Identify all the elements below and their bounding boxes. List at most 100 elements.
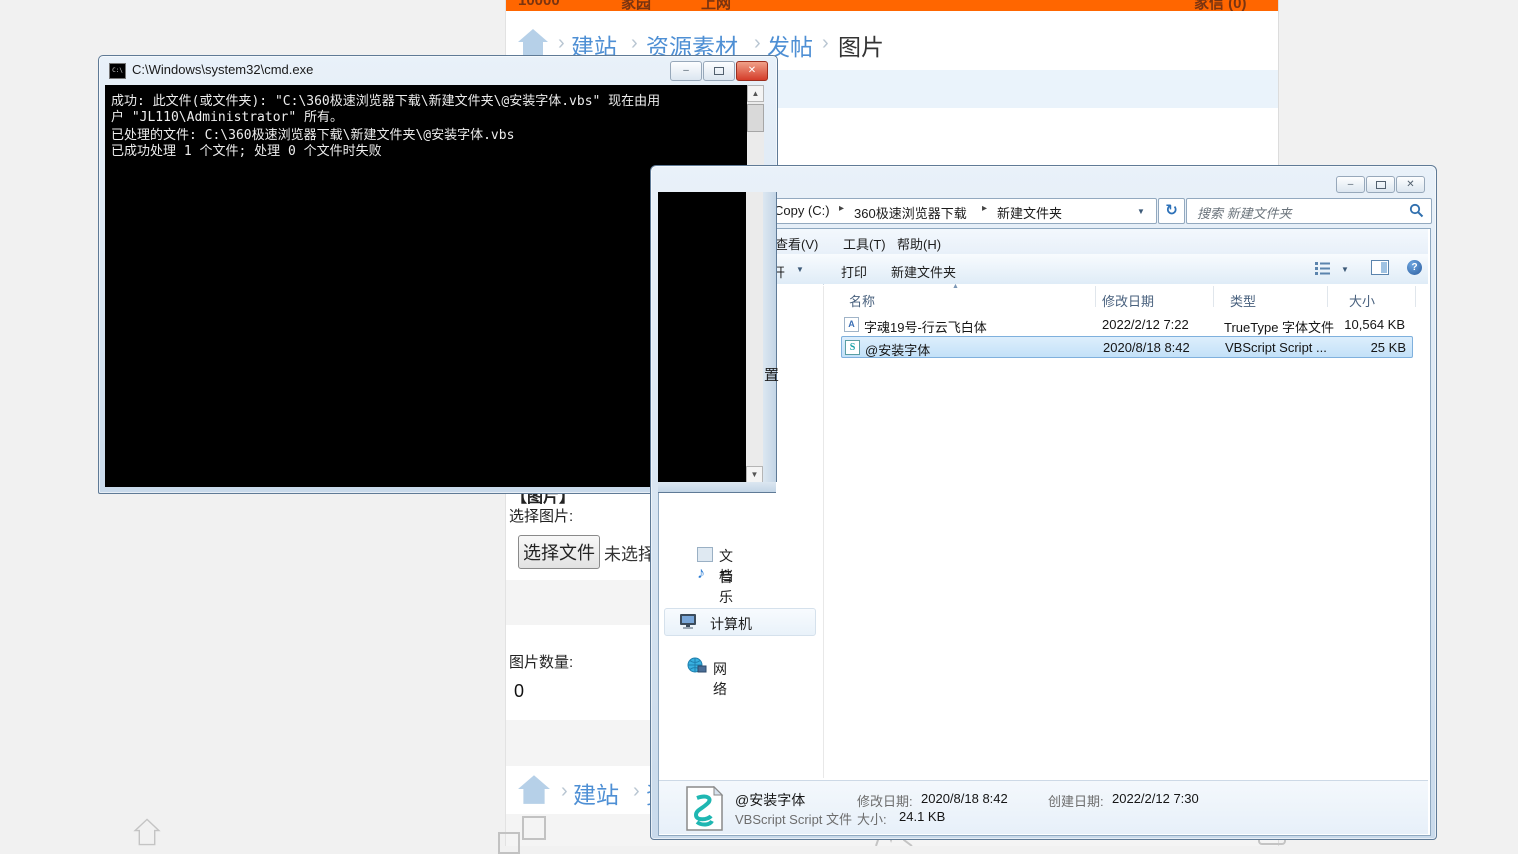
console-line: 户 "JL110\Administrator" 所有。 <box>111 110 343 126</box>
list-view-icon[interactable] <box>1314 261 1331 275</box>
open-dropdown-icon[interactable]: ▼ <box>796 265 804 274</box>
details-size-label: 大小: <box>857 809 887 828</box>
file-date: 2022/2/12 7:22 <box>1102 317 1189 332</box>
column-name[interactable]: 名称 <box>849 291 875 310</box>
help-glyph: ? <box>1411 262 1417 273</box>
column-divider[interactable] <box>1095 286 1096 307</box>
column-date[interactable]: 修改日期 <box>1102 291 1154 310</box>
home-icon[interactable] <box>517 772 551 806</box>
console-line: 已成功处理 1 个文件; 处理 0 个文件时失败 <box>111 144 382 160</box>
column-type[interactable]: 类型 <box>1230 291 1256 310</box>
scroll-down-button[interactable]: ▼ <box>746 466 763 483</box>
top-bar-messages[interactable]: 家信 (0) <box>1194 0 1247 11</box>
choose-file-button[interactable]: 选择文件 <box>518 535 600 569</box>
file-row-selected[interactable]: S @安装字体 2020/8/18 8:42 VBScript Script .… <box>841 336 1413 358</box>
column-header-row: ▲ 名称 修改日期 类型 大小 <box>824 284 1428 309</box>
refresh-icon: ↻ <box>1165 202 1178 219</box>
scrollbar-thumb[interactable] <box>747 104 764 132</box>
details-type: VBScript Script 文件 <box>735 809 852 828</box>
file-name: @安装字体 <box>865 340 930 359</box>
nav-item-label: 网络 <box>713 659 727 699</box>
minimize-icon: – <box>1348 180 1354 190</box>
details-modified-value: 2020/8/18 8:42 <box>921 791 1008 806</box>
grid-icon[interactable] <box>498 832 520 854</box>
address-separator-icon: ▸ <box>982 203 987 214</box>
console-line: 成功: 此文件(或文件夹): "C:\360极速浏览器下载\新建文件夹\@安装字… <box>111 94 660 110</box>
cmd-window-title: C:\Windows\system32\cmd.exe <box>132 62 313 77</box>
scroll-down-icon: ▼ <box>751 470 759 479</box>
toolbar-new-folder-button[interactable]: 新建文件夹 <box>891 262 956 281</box>
home-icon[interactable] <box>517 26 549 58</box>
menu-help[interactable]: 帮助(H) <box>891 234 947 253</box>
address-dropdown-icon[interactable]: ▼ <box>1137 207 1145 216</box>
cmd-repaint-artifact: ▼ 置 <box>658 192 776 492</box>
minimize-button[interactable]: – <box>1336 176 1365 193</box>
image-count-label: 图片数量: <box>509 651 573 672</box>
column-divider[interactable] <box>1213 286 1214 307</box>
network-icon <box>687 657 707 675</box>
breadcrumb-separator: › <box>631 32 638 55</box>
details-pane: @安装字体 修改日期: 2020/8/18 8:42 创建日期: 2022/2/… <box>659 780 1428 834</box>
top-bar-item[interactable]: 家园 <box>621 0 651 11</box>
cmd-icon: C:\ <box>109 63 126 79</box>
maximize-icon <box>1376 181 1386 189</box>
toolbar-print-button[interactable]: 打印 <box>841 262 867 281</box>
music-icon: ♪ <box>697 565 705 583</box>
maximize-button[interactable] <box>1366 176 1395 193</box>
file-size: 10,564 KB <box>1305 317 1405 332</box>
details-created-label: 创建日期: <box>1048 791 1104 810</box>
help-icon[interactable]: ? <box>1407 260 1422 275</box>
refresh-button[interactable]: ↻ <box>1158 198 1185 224</box>
cmd-window-border <box>658 482 776 493</box>
breadcrumb-separator: › <box>822 32 829 55</box>
address-crumb-newfolder[interactable]: 新建文件夹 <box>997 203 1062 222</box>
address-separator-icon: ▸ <box>839 203 844 214</box>
search-box[interactable]: 搜索 新建文件夹 <box>1186 198 1432 224</box>
breadcrumb-separator: › <box>754 32 761 55</box>
nav-item-label: 音乐 <box>719 567 733 607</box>
minimize-button[interactable]: – <box>670 61 702 81</box>
search-icon[interactable] <box>1409 203 1424 218</box>
nav-item-label: 计算机 <box>710 614 752 634</box>
top-bar-item[interactable]: 10000 <box>518 0 560 9</box>
image-count-value: 0 <box>514 681 524 702</box>
home-outline-icon[interactable] <box>128 818 166 846</box>
top-bar-item[interactable]: 上网 <box>701 0 731 11</box>
computer-icon <box>678 613 698 630</box>
file-date: 2020/8/18 8:42 <box>1103 340 1190 355</box>
maximize-button[interactable] <box>703 61 735 81</box>
menu-tools[interactable]: 工具(T) <box>837 234 892 253</box>
breadcrumb-separator: › <box>558 32 565 55</box>
minimize-icon: – <box>683 66 689 76</box>
scroll-up-icon: ▲ <box>752 89 760 98</box>
select-image-label: 选择图片: <box>509 505 573 526</box>
preview-pane-icon[interactable] <box>1371 260 1389 275</box>
maximize-icon <box>714 67 724 75</box>
address-root[interactable]: Copy (C:) <box>774 203 830 218</box>
breadcrumb2-link-jianzhan[interactable]: 建站 <box>573 776 619 810</box>
details-size-value: 24.1 KB <box>899 809 945 824</box>
file-size: 25 KB <box>1306 340 1406 355</box>
address-bar[interactable]: Copy (C:) ▸ 360极速浏览器下载 ▸ 新建文件夹 ▼ <box>763 198 1157 224</box>
address-crumb-download[interactable]: 360极速浏览器下载 <box>854 203 967 222</box>
column-divider[interactable] <box>1415 286 1416 307</box>
details-modified-label: 修改日期: <box>857 791 913 810</box>
menu-view[interactable]: 查看(V) <box>769 234 824 253</box>
file-name: 字魂19号-行云飞白体 <box>864 317 987 336</box>
scroll-up-button[interactable]: ▲ <box>747 85 764 102</box>
nav-item-computer[interactable]: 计算机 <box>664 608 816 636</box>
close-button[interactable]: ✕ <box>1396 176 1425 193</box>
forum-top-bar: 10000 家园 上网 家信 (0) <box>506 0 1278 11</box>
view-dropdown-icon[interactable]: ▼ <box>1341 265 1349 274</box>
close-icon: ✕ <box>748 66 756 76</box>
cmd-scrollbar[interactable]: ▼ <box>746 192 763 482</box>
nav-partial-text: 置 <box>764 364 779 385</box>
column-size[interactable]: 大小 <box>1349 291 1375 310</box>
details-created-value: 2022/2/12 7:30 <box>1112 791 1199 806</box>
close-button[interactable]: ✕ <box>736 61 768 81</box>
search-placeholder: 搜索 新建文件夹 <box>1197 203 1292 222</box>
vbscript-file-icon-large <box>684 786 724 831</box>
grid-icon[interactable] <box>522 816 546 840</box>
column-divider[interactable] <box>1327 286 1328 307</box>
file-row[interactable]: A 字魂19号-行云飞白体 2022/2/12 7:22 TrueType 字体… <box>842 314 1414 335</box>
